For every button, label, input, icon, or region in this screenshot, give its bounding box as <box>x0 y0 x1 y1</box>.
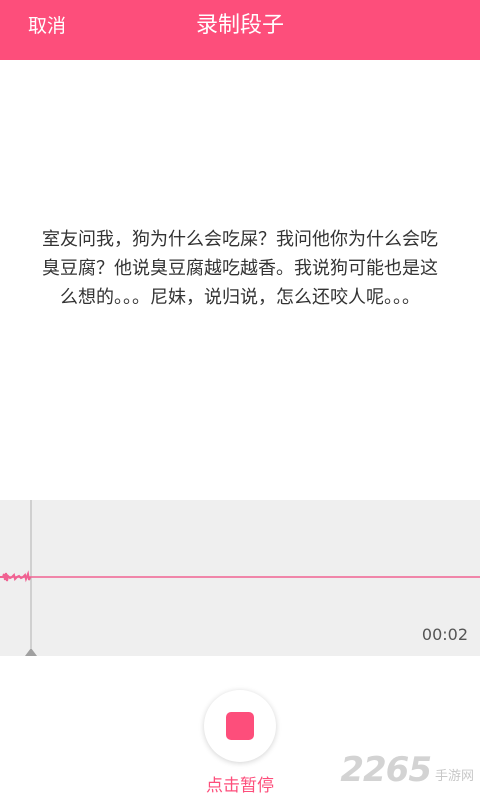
watermark-site: 手游网 <box>434 769 474 784</box>
elapsed-time: 00:02 <box>421 625 468 644</box>
joke-text: 室友问我，狗为什么会吃屎？我问他你为什么会吃臭豆腐？他说臭豆腐越吃越香。我说狗可… <box>42 229 438 308</box>
playhead-marker-icon <box>25 648 37 656</box>
waveform-graphic <box>0 500 480 656</box>
page-title: 录制段子 <box>195 13 284 38</box>
watermark-logo: 2265 手游网 <box>340 748 474 792</box>
top-bar: 取消 录制段子 <box>0 0 480 60</box>
stop-record-button[interactable] <box>204 690 276 762</box>
wave-recorded-segment <box>0 570 31 583</box>
waveform-panel: 00:02 <box>0 500 480 656</box>
stop-square-icon <box>226 712 254 740</box>
watermark-number: 2265 <box>340 750 432 790</box>
